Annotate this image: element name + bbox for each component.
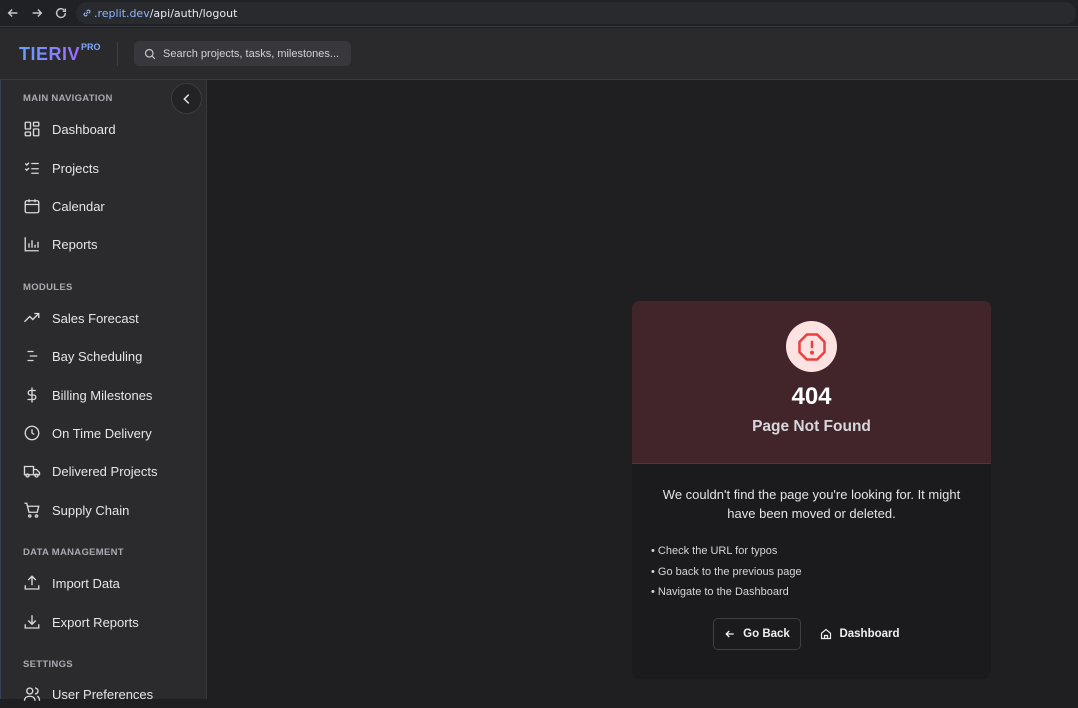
section-modules: MODULES (23, 282, 73, 293)
truck-icon (23, 465, 41, 478)
upload-icon (24, 575, 40, 590)
sidebar-item-label: Billing Milestones (52, 387, 153, 403)
sidebar-item-label: Bay Scheduling (52, 348, 143, 364)
sidebar-item-label: Supply Chain (52, 502, 130, 518)
sidebar-item-calendar[interactable]: Calendar (23, 192, 198, 220)
sidebar: MAIN NAVIGATION Dashboard Projects Calen… (0, 80, 207, 702)
checklist-icon (24, 162, 39, 174)
sidebar-item-delivered-projects[interactable]: Delivered Projects (23, 457, 198, 485)
error-code: 404 (791, 383, 832, 410)
arrow-left-icon (725, 630, 734, 638)
error-tips: • Check the URL for typos • Go back to t… (651, 541, 802, 603)
clock-icon (24, 425, 40, 441)
alert-octagon-icon (786, 321, 837, 372)
sidebar-item-label: Export Reports (52, 614, 139, 630)
header-divider (117, 42, 118, 66)
sidebar-item-dashboard[interactable]: Dashboard (23, 115, 198, 143)
trend-up-icon (24, 312, 40, 323)
reload-icon[interactable] (50, 2, 72, 24)
url-host: .replit.dev (94, 6, 150, 20)
chevron-left-icon (182, 93, 189, 104)
go-back-label: Go Back (743, 628, 790, 640)
section-settings: SETTINGS (23, 659, 73, 670)
sidebar-item-reports[interactable]: Reports (23, 230, 198, 258)
sidebar-item-user-preferences[interactable]: User Preferences (23, 680, 198, 708)
calendar-icon (24, 199, 40, 214)
sidebar-item-label: Projects (52, 160, 99, 176)
search-icon (144, 48, 156, 59)
sidebar-item-label: Sales Forecast (52, 310, 139, 326)
sidebar-item-bay-scheduling[interactable]: Bay Scheduling (23, 342, 198, 370)
sidebar-item-label: Reports (52, 236, 98, 252)
collapse-sidebar-button[interactable] (171, 83, 202, 114)
sidebar-item-label: Calendar (52, 198, 105, 214)
sidebar-item-supply-chain[interactable]: Supply Chain (23, 496, 198, 524)
sidebar-item-on-time-delivery[interactable]: On Time Delivery (23, 419, 198, 447)
address-bar[interactable]: .replit.dev/api/auth/logout (76, 2, 1076, 24)
section-data-management: DATA MANAGEMENT (23, 547, 124, 558)
error-card: 404 Page Not Found We couldn't find the … (632, 301, 991, 679)
sidebar-item-sales-forecast[interactable]: Sales Forecast (23, 304, 198, 332)
main-content: 404 Page Not Found We couldn't find the … (208, 80, 1078, 699)
home-icon (821, 628, 832, 640)
search-input[interactable] (163, 47, 343, 60)
browser-toolbar: .replit.dev/api/auth/logout (0, 0, 1078, 27)
back-arrow-icon[interactable] (2, 2, 24, 24)
sidebar-item-export-reports[interactable]: Export Reports (23, 608, 198, 636)
dashboard-grid-icon (24, 121, 40, 137)
tip-item: • Navigate to the Dashboard (651, 586, 789, 598)
dashboard-button[interactable]: Dashboard (816, 618, 904, 650)
sidebar-item-projects[interactable]: Projects (23, 154, 198, 182)
forward-arrow-icon[interactable] (26, 2, 48, 24)
error-card-header: 404 Page Not Found (632, 301, 991, 464)
sidebar-item-label: User Preferences (52, 686, 154, 702)
app-header: TIERIV PRO (0, 28, 1078, 80)
schedule-lines-icon (27, 350, 38, 362)
error-title: Page Not Found (752, 418, 871, 435)
go-back-button[interactable]: Go Back (713, 618, 801, 650)
cart-icon (24, 502, 40, 518)
search-box[interactable] (134, 41, 351, 66)
sidebar-item-billing-milestones[interactable]: Billing Milestones (23, 381, 198, 409)
dashboard-label: Dashboard (839, 628, 900, 640)
download-icon (24, 615, 40, 629)
dollar-icon (27, 387, 37, 403)
url-path: /api/auth/logout (149, 6, 238, 20)
sidebar-item-import-data[interactable]: Import Data (23, 569, 198, 597)
link-icon (83, 9, 91, 17)
tip-item: • Go back to the previous page (651, 565, 802, 578)
users-icon (23, 687, 41, 701)
tip-item: • Check the URL for typos (651, 545, 778, 557)
error-message: We couldn't find the page you're looking… (662, 487, 961, 521)
bar-chart-icon (24, 237, 39, 252)
sidebar-item-label: Import Data (52, 575, 120, 591)
section-main-navigation: MAIN NAVIGATION (23, 93, 113, 104)
pro-badge: PRO (81, 42, 101, 52)
sidebar-item-label: Dashboard (52, 121, 116, 137)
sidebar-item-label: Delivered Projects (52, 463, 158, 479)
brand-logo[interactable]: TIERIV (19, 44, 80, 65)
sidebar-item-label: On Time Delivery (52, 425, 152, 441)
